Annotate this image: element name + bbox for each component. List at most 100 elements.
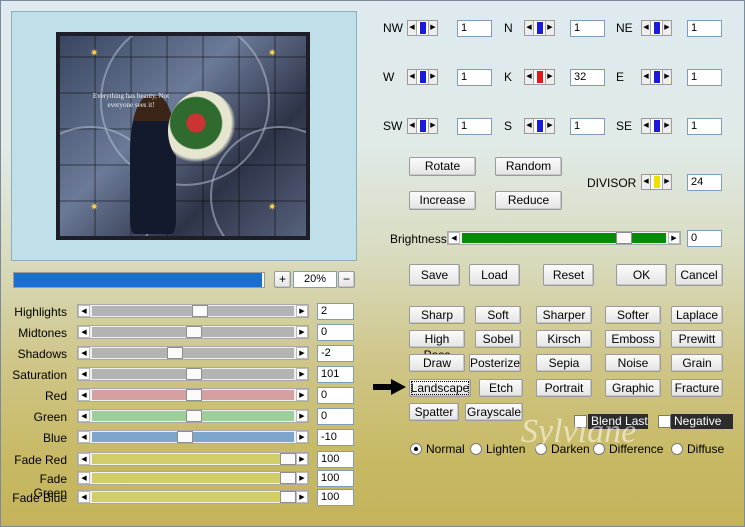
arrow-right-icon[interactable]: ▶ [662, 175, 671, 189]
increase-button[interactable]: Increase [409, 191, 476, 210]
arrow-right-icon[interactable]: ▶ [428, 21, 437, 35]
arrow-right-icon[interactable]: ▶ [428, 119, 437, 133]
preset-kirsch-button[interactable]: Kirsch [536, 330, 592, 348]
arrow-right-icon[interactable]: ▶ [296, 431, 308, 443]
slider-thumb[interactable] [192, 305, 208, 317]
zoom-out-button[interactable]: − [338, 271, 355, 288]
preset-posterize-button[interactable]: Posterize [469, 354, 521, 372]
fade-blue-value[interactable]: 100 [317, 489, 354, 506]
kernel-n-spinner[interactable]: ◀ ▶ [524, 20, 555, 36]
preset-draw-button[interactable]: Draw [409, 354, 465, 372]
preset-portrait-button[interactable]: Portrait [536, 379, 592, 397]
arrow-right-icon[interactable]: ▶ [662, 119, 671, 133]
kernel-e-spinner[interactable]: ◀ ▶ [641, 69, 672, 85]
kernel-nw-value[interactable]: 1 [457, 20, 492, 37]
preset-emboss-button[interactable]: Emboss [605, 330, 661, 348]
random-button[interactable]: Random [495, 157, 562, 176]
highlights-slider[interactable]: ◀ ▶ [77, 304, 309, 318]
midtones-slider[interactable]: ◀ ▶ [77, 325, 309, 339]
arrow-left-icon[interactable]: ◀ [78, 347, 90, 359]
arrow-left-icon[interactable]: ◀ [642, 175, 651, 189]
zoom-value[interactable]: 20% [293, 271, 337, 288]
arrow-left-icon[interactable]: ◀ [78, 431, 90, 443]
green-slider[interactable]: ◀ ▶ [77, 409, 309, 423]
load-button[interactable]: Load [469, 264, 520, 286]
kernel-e-value[interactable]: 1 [687, 69, 722, 86]
preset-fracture-button[interactable]: Fracture [671, 379, 723, 397]
arrow-right-icon[interactable]: ▶ [296, 472, 308, 484]
kernel-n-value[interactable]: 1 [570, 20, 605, 37]
negative-checkbox[interactable] [658, 415, 671, 428]
slider-thumb[interactable] [280, 491, 296, 503]
slider-thumb[interactable] [186, 410, 202, 422]
arrow-right-icon[interactable]: ▶ [296, 368, 308, 380]
fade-green-value[interactable]: 100 [317, 470, 354, 487]
slider-thumb[interactable] [186, 326, 202, 338]
mode-diffuse-radio[interactable] [671, 443, 683, 455]
green-value[interactable]: 0 [317, 408, 354, 425]
fade-blue-slider[interactable]: ◀ ▶ [77, 490, 309, 504]
rotate-button[interactable]: Rotate [409, 157, 476, 176]
preset-laplace-button[interactable]: Laplace [671, 306, 723, 324]
divisor-value[interactable]: 24 [687, 174, 722, 191]
arrow-left-icon[interactable]: ◀ [78, 305, 90, 317]
kernel-s-spinner[interactable]: ◀ ▶ [524, 118, 555, 134]
arrow-right-icon[interactable]: ▶ [296, 410, 308, 422]
preset-noise-button[interactable]: Noise [605, 354, 661, 372]
arrow-right-icon[interactable]: ▶ [428, 70, 437, 84]
preset-sepia-button[interactable]: Sepia [536, 354, 592, 372]
preset-prewitt-button[interactable]: Prewitt [671, 330, 723, 348]
arrow-left-icon[interactable]: ◀ [78, 368, 90, 380]
arrow-left-icon[interactable]: ◀ [78, 491, 90, 503]
kernel-ne-value[interactable]: 1 [687, 20, 722, 37]
reduce-button[interactable]: Reduce [495, 191, 562, 210]
arrow-right-icon[interactable]: ▶ [296, 453, 308, 465]
arrow-right-icon[interactable]: ▶ [545, 21, 554, 35]
slider-thumb[interactable] [167, 347, 183, 359]
kernel-sw-value[interactable]: 1 [457, 118, 492, 135]
midtones-value[interactable]: 0 [317, 324, 354, 341]
preset-sharper-button[interactable]: Sharper [536, 306, 592, 324]
preset-grayscale-button[interactable]: Grayscale [465, 403, 523, 421]
fade-green-slider[interactable]: ◀ ▶ [77, 471, 309, 485]
slider-thumb[interactable] [186, 389, 202, 401]
arrow-right-icon[interactable]: ▶ [296, 491, 308, 503]
save-button[interactable]: Save [409, 264, 460, 286]
red-slider[interactable]: ◀ ▶ [77, 388, 309, 402]
arrow-left-icon[interactable]: ◀ [408, 119, 417, 133]
arrow-left-icon[interactable]: ◀ [78, 326, 90, 338]
brightness-slider[interactable]: ◀ ▶ [447, 231, 681, 245]
preset-softer-button[interactable]: Softer [605, 306, 661, 324]
arrow-right-icon[interactable]: ▶ [296, 389, 308, 401]
kernel-k-spinner[interactable]: ◀ ▶ [524, 69, 555, 85]
arrow-right-icon[interactable]: ▶ [545, 70, 554, 84]
reset-button[interactable]: Reset [543, 264, 594, 286]
preset-landscape-button[interactable]: Landscape [409, 379, 471, 397]
preset-etch-button[interactable]: Etch [479, 379, 523, 397]
arrow-left-icon[interactable]: ◀ [408, 21, 417, 35]
kernel-ne-spinner[interactable]: ◀ ▶ [641, 20, 672, 36]
arrow-right-icon[interactable]: ▶ [662, 21, 671, 35]
arrow-left-icon[interactable]: ◀ [642, 21, 651, 35]
preset-sobel-button[interactable]: Sobel [475, 330, 521, 348]
arrow-left-icon[interactable]: ◀ [448, 232, 460, 244]
slider-thumb[interactable] [186, 368, 202, 380]
arrow-right-icon[interactable]: ▶ [668, 232, 680, 244]
ok-button[interactable]: OK [616, 264, 667, 286]
arrow-left-icon[interactable]: ◀ [408, 70, 417, 84]
preset-grain-button[interactable]: Grain [671, 354, 723, 372]
slider-thumb[interactable] [280, 453, 296, 465]
kernel-w-spinner[interactable]: ◀ ▶ [407, 69, 438, 85]
arrow-right-icon[interactable]: ▶ [545, 119, 554, 133]
mode-lighten-radio[interactable] [470, 443, 482, 455]
brightness-thumb[interactable] [616, 232, 632, 244]
kernel-s-value[interactable]: 1 [570, 118, 605, 135]
arrow-left-icon[interactable]: ◀ [78, 389, 90, 401]
preset-graphic-button[interactable]: Graphic [605, 379, 661, 397]
preset-soft-button[interactable]: Soft [475, 306, 521, 324]
slider-thumb[interactable] [177, 431, 193, 443]
brightness-value[interactable]: 0 [687, 230, 722, 247]
kernel-se-value[interactable]: 1 [687, 118, 722, 135]
arrow-right-icon[interactable]: ▶ [296, 347, 308, 359]
arrow-right-icon[interactable]: ▶ [662, 70, 671, 84]
